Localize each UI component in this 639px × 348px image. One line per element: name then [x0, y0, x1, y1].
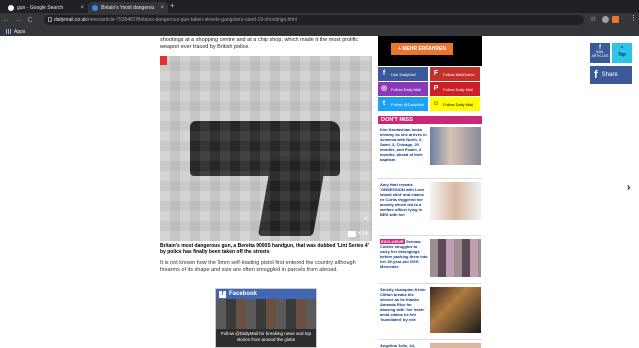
- social-flipboard[interactable]: F Follow MailOnline: [430, 67, 480, 81]
- dont-miss-text[interactable]: Angelina Jolie, 44,: [380, 343, 428, 348]
- dont-miss-item[interactable]: EXCLUSIVE Gemma Collins struggles to car…: [378, 237, 482, 284]
- social-snapchat[interactable]: ☺ Follow Daily Mail: [430, 97, 480, 111]
- dont-miss-text[interactable]: Kim Kardashian looks dreamy as she arriv…: [380, 127, 428, 162]
- social-twitter[interactable]: t Follow @DailyMail: [378, 97, 428, 111]
- facebook-ad-text: Follow @DailyMail for breaking news and …: [220, 331, 312, 342]
- bookmarks-bar: Apps: [0, 27, 639, 36]
- twitter-icon: t: [382, 100, 386, 107]
- article-photo[interactable]: < +14: [160, 56, 372, 241]
- back-to-top-button[interactable]: ^ Top: [612, 43, 632, 63]
- social-label: Follow MailOnline: [443, 71, 475, 77]
- article-paragraph: It is not known how the 9mm self-loading…: [160, 260, 356, 273]
- social-label: Follow Daily Mail: [391, 86, 422, 92]
- new-tab-button[interactable]: +: [170, 1, 175, 10]
- facebook-ad[interactable]: f Facebook Follow @DailyMail for breakin…: [215, 288, 317, 348]
- snapchat-icon: ☺: [432, 100, 440, 107]
- social-label: Follow Daily Mail: [443, 86, 474, 92]
- mail-articles-label: MAIL ARTICLES: [591, 50, 609, 58]
- facebook-icon: f: [219, 290, 226, 298]
- dont-miss-item[interactable]: Kim Kardashian looks dreamy as she arriv…: [378, 125, 482, 179]
- article-paragraph: shootings at a shopping centre and at a …: [160, 37, 359, 50]
- tab-google-search[interactable]: gun - Google Search ×: [4, 2, 88, 13]
- lock-icon[interactable]: [48, 17, 52, 22]
- social-label: Follow Daily Mail: [443, 101, 474, 107]
- dont-miss-image[interactable]: [430, 287, 481, 333]
- more-button[interactable]: + MEHR ERFAHREN: [391, 43, 453, 55]
- back-icon[interactable]: ←: [0, 17, 12, 24]
- share-button[interactable]: f Share: [590, 66, 632, 84]
- social-instagram[interactable]: ◎ Follow Daily Mail: [378, 82, 428, 96]
- instagram-icon: ◎: [380, 85, 388, 92]
- dont-miss-item[interactable]: Strictly champion Kevin Clifton breaks h…: [378, 285, 482, 340]
- reload-icon[interactable]: C: [24, 17, 36, 24]
- page-content: shootings at a shopping centre and at a …: [0, 36, 639, 348]
- dont-miss-header: DON'T MISS: [378, 116, 482, 124]
- camera-icon: [347, 231, 356, 237]
- dont-miss-item[interactable]: Amy Hart reveals 'OBSESSION with Love Is…: [378, 180, 482, 236]
- social-pinterest[interactable]: P Follow Daily Mail: [430, 82, 480, 96]
- url-input[interactable]: dailymail.co.uk/news/article-7536487/Bri…: [44, 15, 584, 25]
- apps-icon[interactable]: [6, 29, 11, 34]
- address-bar-row: ← → C dailymail.co.uk/news/article-75364…: [0, 13, 639, 27]
- dont-miss-image[interactable]: [430, 343, 481, 348]
- dont-miss-text[interactable]: Strictly champion Kevin Clifton breaks h…: [380, 287, 428, 322]
- social-facebook[interactable]: f Like DailyMail: [378, 67, 428, 81]
- bookmark-star-icon[interactable]: ☆: [590, 15, 596, 23]
- tab-title: gun - Google Search: [17, 4, 64, 11]
- social-label: Follow @DailyMail: [391, 101, 424, 107]
- photo-gallery-count[interactable]: +14: [347, 231, 368, 237]
- url-path: /news/article-7536487/Britains-dangerous…: [86, 17, 297, 23]
- facebook-ad-images: [216, 299, 316, 329]
- facebook-ad-header: f Facebook: [216, 289, 316, 299]
- pixel-overlay: [160, 56, 372, 241]
- dm-badge-icon: [160, 56, 167, 65]
- top-label: Top: [617, 52, 627, 58]
- forward-icon[interactable]: →: [12, 17, 24, 24]
- tab-bar: gun - Google Search × Britain's 'most da…: [0, 0, 639, 13]
- dont-miss-item[interactable]: Angelina Jolie, 44,: [378, 341, 482, 348]
- social-label: Like DailyMail: [391, 71, 416, 77]
- dont-miss-image[interactable]: [430, 127, 481, 165]
- close-icon[interactable]: ×: [80, 5, 84, 11]
- chevron-right-icon[interactable]: ›: [627, 182, 630, 193]
- bookmark-apps[interactable]: Apps: [14, 29, 25, 35]
- url-host: dailymail.co.uk: [54, 17, 87, 23]
- facebook-icon: f: [382, 70, 386, 77]
- flipboard-icon: F: [433, 70, 439, 77]
- dont-miss-image[interactable]: [430, 182, 481, 220]
- extension-icon[interactable]: [602, 16, 609, 23]
- close-icon[interactable]: ×: [160, 5, 164, 11]
- extension-icon[interactable]: [612, 16, 619, 23]
- photo-caption: Britain's most dangerous gun, a Beretta …: [160, 243, 369, 255]
- share-label: Share: [601, 72, 618, 78]
- facebook-ad-title: Facebook: [229, 291, 258, 297]
- dont-miss-text[interactable]: Amy Hart reveals 'OBSESSION with Love Is…: [380, 182, 428, 217]
- menu-icon[interactable]: ⋮: [630, 14, 637, 22]
- dailymail-icon: [92, 4, 98, 11]
- share-icon[interactable]: <: [364, 216, 368, 223]
- google-icon: [8, 4, 14, 11]
- photo-count-text: +14: [357, 231, 368, 237]
- tab-title: Britain's 'most dangerou: [101, 4, 155, 11]
- tab-article[interactable]: Britain's 'most dangerou ×: [88, 2, 168, 13]
- facebook-icon: f: [594, 69, 598, 81]
- dont-miss-text[interactable]: EXCLUSIVE Gemma Collins struggles to car…: [380, 239, 428, 269]
- pinterest-icon: P: [433, 85, 439, 92]
- mail-articles-button[interactable]: f MAIL ARTICLES: [590, 43, 610, 63]
- dont-miss-image[interactable]: [430, 239, 481, 277]
- dont-miss-headline: Gemma Collins struggles to carry her bel…: [380, 239, 428, 269]
